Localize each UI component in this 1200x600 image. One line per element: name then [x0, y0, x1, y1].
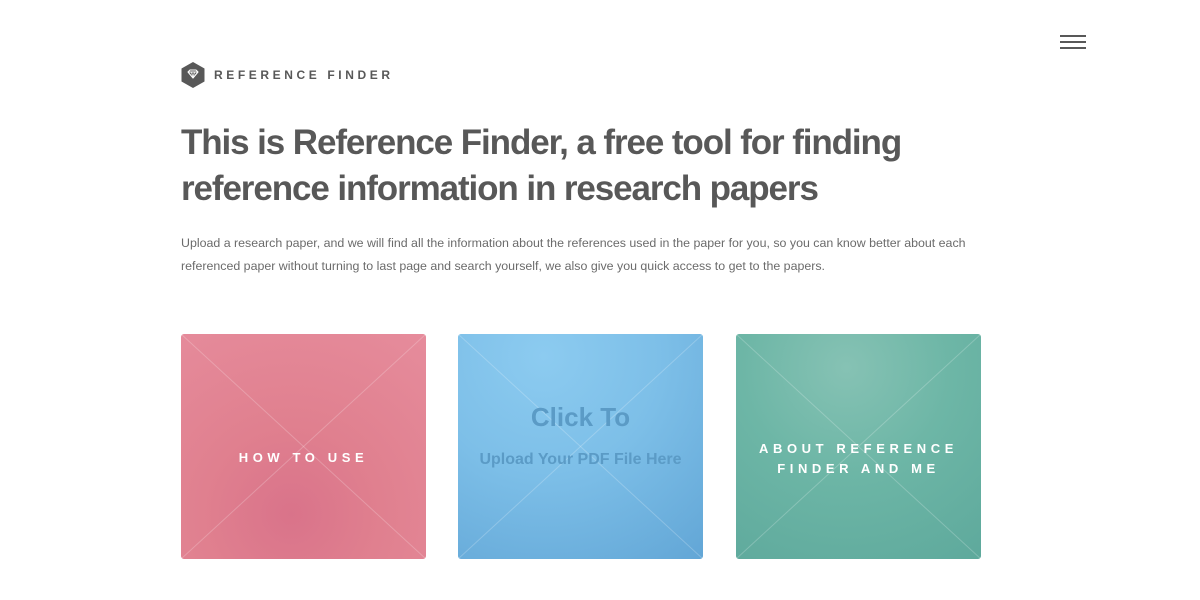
about-label-line1: ABOUT REFERENCE — [758, 441, 958, 456]
menu-line — [1060, 47, 1086, 49]
tile-placeholder-cross — [458, 334, 703, 559]
about-label-line2: FINDER AND ME — [777, 461, 940, 476]
page: REFERENCE FINDER This is Reference Finde… — [0, 0, 1200, 600]
hamburger-menu-icon[interactable] — [1060, 34, 1086, 52]
how-to-use-label: HOW TO USE — [238, 450, 369, 465]
tile-placeholder-cross — [181, 334, 426, 559]
page-headline: This is Reference Finder, a free tool fo… — [181, 123, 902, 208]
upload-title: Click To — [530, 402, 631, 432]
upload-pdf-tile[interactable]: Click To Upload Your PDF File Here — [458, 334, 703, 559]
brand-name: REFERENCE FINDER — [214, 68, 394, 82]
menu-line — [1060, 35, 1086, 37]
brand-logo-link[interactable]: REFERENCE FINDER — [181, 62, 394, 88]
menu-line — [1060, 41, 1086, 43]
gem-hexagon-icon — [181, 62, 205, 88]
about-tile[interactable]: ABOUT REFERENCE FINDER AND ME — [736, 334, 981, 559]
upload-subtitle: Upload Your PDF File Here — [479, 451, 682, 468]
about-label: ABOUT REFERENCE FINDER AND ME — [736, 439, 981, 479]
how-to-use-tile[interactable]: HOW TO USE — [181, 334, 426, 559]
intro-paragraph: Upload a research paper, and we will fin… — [181, 236, 966, 273]
